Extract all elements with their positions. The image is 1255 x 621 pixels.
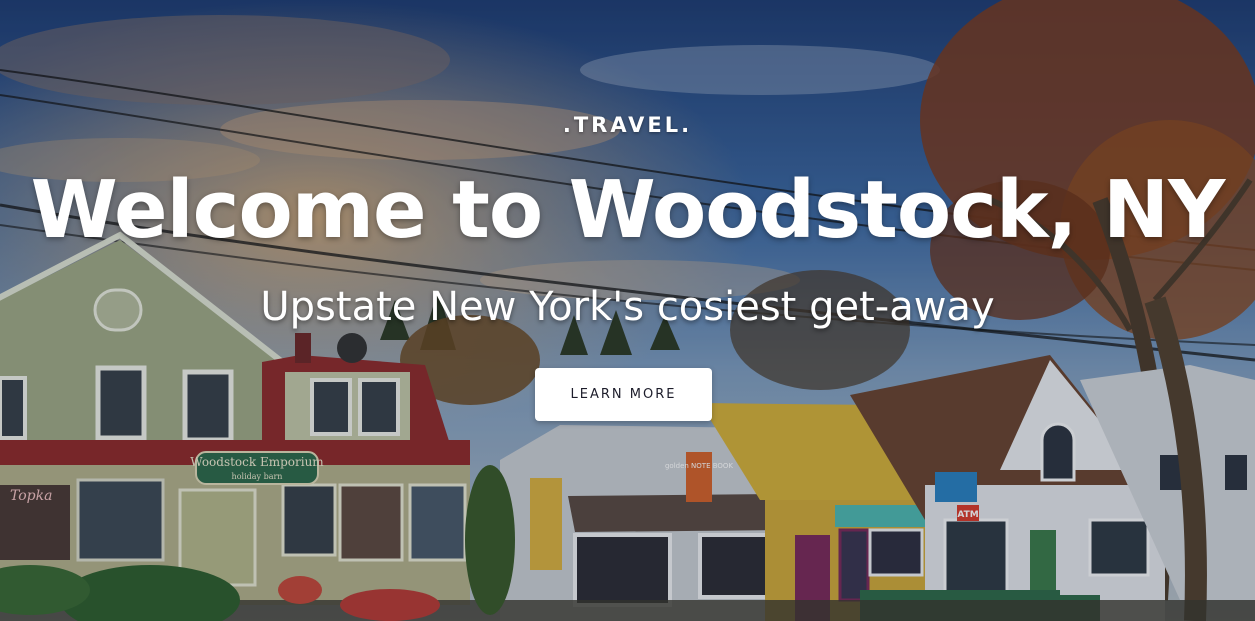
- hero-section: Woodstock Emporium holiday barn Topka go…: [0, 0, 1255, 621]
- hero-content: .TRAVEL. Welcome to Woodstock, NY Upstat…: [0, 0, 1255, 621]
- learn-more-button[interactable]: LEARN MORE: [535, 368, 712, 421]
- hero-eyebrow: .TRAVEL.: [562, 113, 693, 137]
- hero-title: Welcome to Woodstock, NY: [30, 164, 1226, 256]
- hero-subtitle: Upstate New York's cosiest get-away: [260, 284, 995, 330]
